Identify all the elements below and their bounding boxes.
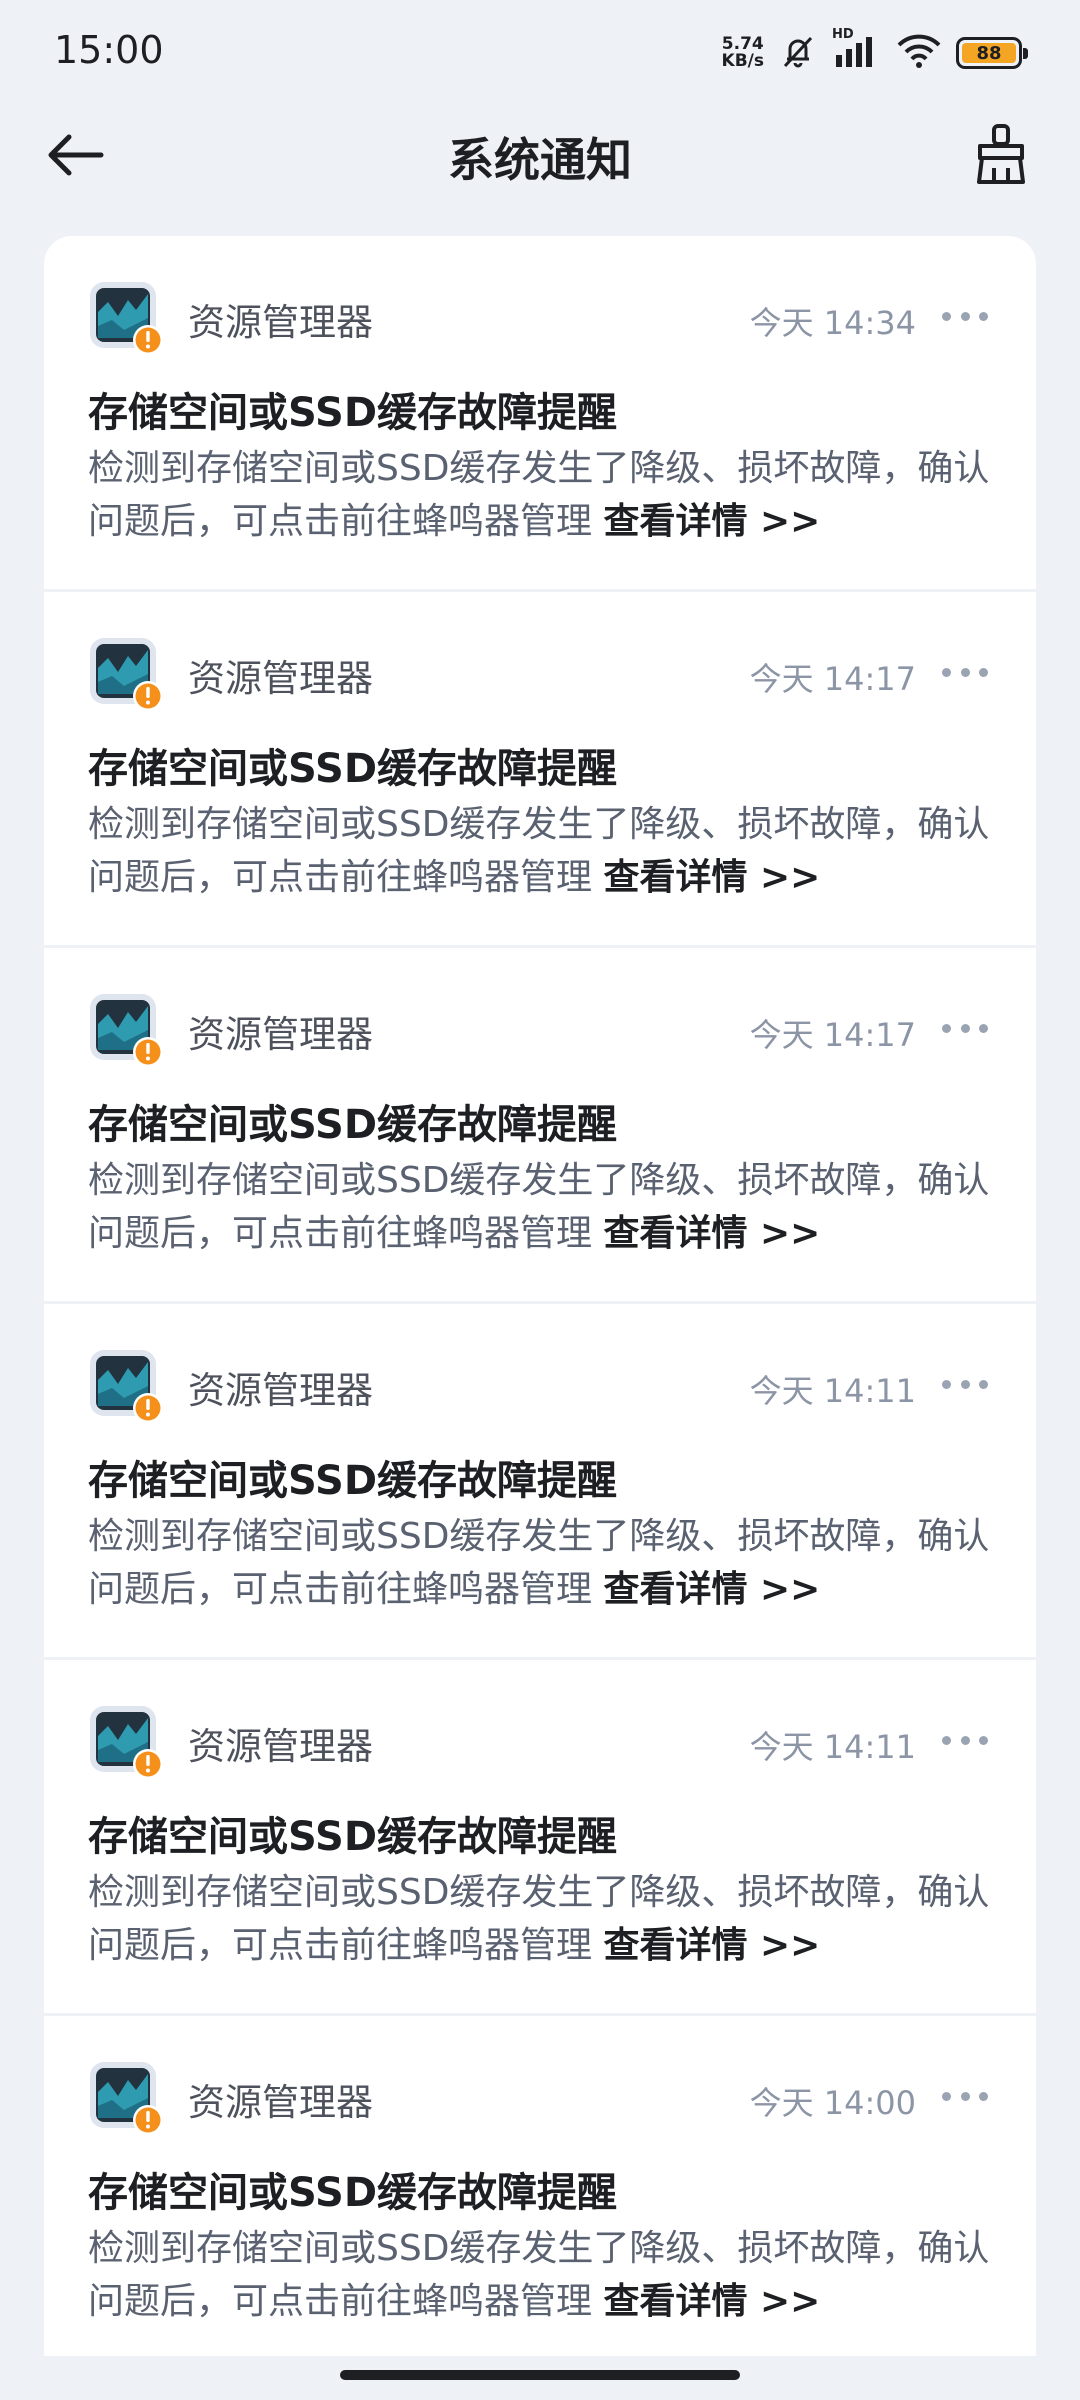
more-options-button[interactable] xyxy=(942,306,988,326)
more-dot-icon xyxy=(960,667,970,677)
notification-list: 资源管理器 今天 14:34 存储空间或SSD缓存故障提醒 检测到存储空间或SS… xyxy=(44,236,1036,2356)
signal-icon: HD xyxy=(832,27,882,75)
more-dot-icon xyxy=(979,1023,988,1033)
resource-manager-app-icon xyxy=(88,636,164,712)
more-dot-icon xyxy=(960,311,970,321)
notification-item[interactable]: 资源管理器 今天 14:17 存储空间或SSD缓存故障提醒 检测到存储空间或SS… xyxy=(44,948,1036,1304)
battery-tip xyxy=(1023,48,1028,59)
app-name: 资源管理器 xyxy=(188,301,373,344)
notification-body-text: 检测到存储空间或SSD缓存发生了降级、损坏故障，确认问题后，可点击前往蜂鸣器管理 xyxy=(88,804,990,898)
notification-title: 存储空间或SSD缓存故障提醒 xyxy=(88,390,618,436)
warning-badge-icon xyxy=(133,325,163,355)
page-title: 系统通知 xyxy=(448,133,632,187)
warning-badge-icon xyxy=(133,1393,163,1423)
notification-title: 存储空间或SSD缓存故障提醒 xyxy=(88,2170,618,2216)
broom-clear-icon xyxy=(974,122,1028,190)
notification-body: 检测到存储空间或SSD缓存发生了降级、损坏故障，确认问题后，可点击前往蜂鸣器管理… xyxy=(88,1510,1008,1616)
battery-level: 88 xyxy=(962,43,1016,64)
signal-hd-label: HD xyxy=(832,27,854,42)
app-name: 资源管理器 xyxy=(188,657,373,700)
resource-manager-app-icon xyxy=(88,280,164,356)
more-dot-icon xyxy=(942,1379,951,1389)
more-options-button[interactable] xyxy=(942,1730,988,1750)
resource-manager-app-icon xyxy=(88,992,164,1068)
notification-title: 存储空间或SSD缓存故障提醒 xyxy=(88,1814,618,1860)
notification-title: 存储空间或SSD缓存故障提醒 xyxy=(88,746,618,792)
notification-body-text: 检测到存储空间或SSD缓存发生了降级、损坏故障，确认问题后，可点击前往蜂鸣器管理 xyxy=(88,448,990,542)
more-options-button[interactable] xyxy=(942,1374,988,1394)
notification-body: 检测到存储空间或SSD缓存发生了降级、损坏故障，确认问题后，可点击前往蜂鸣器管理… xyxy=(88,798,1008,904)
battery-icon: 88 xyxy=(956,37,1028,69)
notification-title: 存储空间或SSD缓存故障提醒 xyxy=(88,1458,618,1504)
more-options-button[interactable] xyxy=(942,662,988,682)
notification-item[interactable]: 资源管理器 今天 14:34 存储空间或SSD缓存故障提醒 检测到存储空间或SS… xyxy=(44,236,1036,592)
warning-badge-icon xyxy=(133,2105,163,2135)
status-bar: 15:00 5.74 KB/s HD 88 xyxy=(0,0,1080,100)
more-dot-icon xyxy=(942,2091,951,2101)
warning-badge-icon xyxy=(133,1749,163,1779)
app-name: 资源管理器 xyxy=(188,1369,373,1412)
notification-time: 今天 14:11 xyxy=(749,1728,916,1766)
notification-time: 今天 14:00 xyxy=(749,2084,916,2122)
more-dot-icon xyxy=(979,311,988,321)
view-details-link[interactable]: 查看详情 >> xyxy=(603,501,820,542)
resource-manager-app-icon xyxy=(88,1348,164,1424)
notification-time: 今天 14:34 xyxy=(749,304,916,342)
app-header: 系统通知 xyxy=(0,100,1080,210)
notification-body: 检测到存储空间或SSD缓存发生了降级、损坏故障，确认问题后，可点击前往蜂鸣器管理… xyxy=(88,1866,1008,1972)
status-icons: 5.74 KB/s HD 88 xyxy=(722,27,1028,76)
view-details-link[interactable]: 查看详情 >> xyxy=(603,1925,820,1966)
notification-body: 检测到存储空间或SSD缓存发生了降级、损坏故障，确认问题后，可点击前往蜂鸣器管理… xyxy=(88,442,1008,548)
warning-badge-icon xyxy=(133,1037,163,1067)
notification-title: 存储空间或SSD缓存故障提醒 xyxy=(88,1102,618,1148)
network-speed-unit: KB/s xyxy=(721,51,764,71)
notification-body-text: 检测到存储空间或SSD缓存发生了降级、损坏故障，确认问题后，可点击前往蜂鸣器管理 xyxy=(88,1516,990,1610)
network-speed: 5.74 KB/s xyxy=(722,36,764,70)
app-name: 资源管理器 xyxy=(188,2081,373,2124)
view-details-link[interactable]: 查看详情 >> xyxy=(603,857,820,898)
notification-body: 检测到存储空间或SSD缓存发生了降级、损坏故障，确认问题后，可点击前往蜂鸣器管理… xyxy=(88,2222,1008,2328)
notification-item[interactable]: 资源管理器 今天 14:11 存储空间或SSD缓存故障提醒 检测到存储空间或SS… xyxy=(44,1304,1036,1660)
app-name: 资源管理器 xyxy=(188,1725,373,1768)
notification-body-text: 检测到存储空间或SSD缓存发生了降级、损坏故障，确认问题后，可点击前往蜂鸣器管理 xyxy=(88,1872,990,1966)
notification-item[interactable]: 资源管理器 今天 14:00 存储空间或SSD缓存故障提醒 检测到存储空间或SS… xyxy=(44,2016,1036,2356)
more-options-button[interactable] xyxy=(942,2086,988,2106)
resource-manager-app-icon xyxy=(88,2060,164,2136)
clear-notifications-button[interactable] xyxy=(966,118,1036,194)
more-dot-icon xyxy=(979,1735,988,1745)
app-name: 资源管理器 xyxy=(188,1013,373,1056)
notification-time: 今天 14:11 xyxy=(749,1372,916,1410)
wifi-icon xyxy=(896,31,942,75)
more-dot-icon xyxy=(942,1735,951,1745)
more-dot-icon xyxy=(979,667,988,677)
more-dot-icon xyxy=(979,2091,988,2101)
mute-bell-icon xyxy=(778,31,818,75)
notification-time: 今天 14:17 xyxy=(749,660,916,698)
view-details-link[interactable]: 查看详情 >> xyxy=(603,2281,820,2322)
view-details-link[interactable]: 查看详情 >> xyxy=(603,1213,820,1254)
view-details-link[interactable]: 查看详情 >> xyxy=(603,1569,820,1610)
more-dot-icon xyxy=(960,1023,970,1033)
status-time: 15:00 xyxy=(54,28,164,72)
more-dot-icon xyxy=(960,2091,970,2101)
more-dot-icon xyxy=(942,1023,951,1033)
more-dot-icon xyxy=(960,1735,970,1745)
more-dot-icon xyxy=(942,311,951,321)
warning-badge-icon xyxy=(133,681,163,711)
notification-body: 检测到存储空间或SSD缓存发生了降级、损坏故障，确认问题后，可点击前往蜂鸣器管理… xyxy=(88,1154,1008,1260)
notification-time: 今天 14:17 xyxy=(749,1016,916,1054)
more-options-button[interactable] xyxy=(942,1018,988,1038)
notification-item[interactable]: 资源管理器 今天 14:11 存储空间或SSD缓存故障提醒 检测到存储空间或SS… xyxy=(44,1660,1036,2016)
resource-manager-app-icon xyxy=(88,1704,164,1780)
more-dot-icon xyxy=(979,1379,988,1389)
notification-item[interactable]: 资源管理器 今天 14:17 存储空间或SSD缓存故障提醒 检测到存储空间或SS… xyxy=(44,592,1036,948)
more-dot-icon xyxy=(960,1379,970,1389)
notification-body-text: 检测到存储空间或SSD缓存发生了降级、损坏故障，确认问题后，可点击前往蜂鸣器管理 xyxy=(88,1160,990,1254)
notification-body-text: 检测到存储空间或SSD缓存发生了降级、损坏故障，确认问题后，可点击前往蜂鸣器管理 xyxy=(88,2228,990,2322)
home-indicator[interactable] xyxy=(340,2370,740,2380)
more-dot-icon xyxy=(942,667,951,677)
